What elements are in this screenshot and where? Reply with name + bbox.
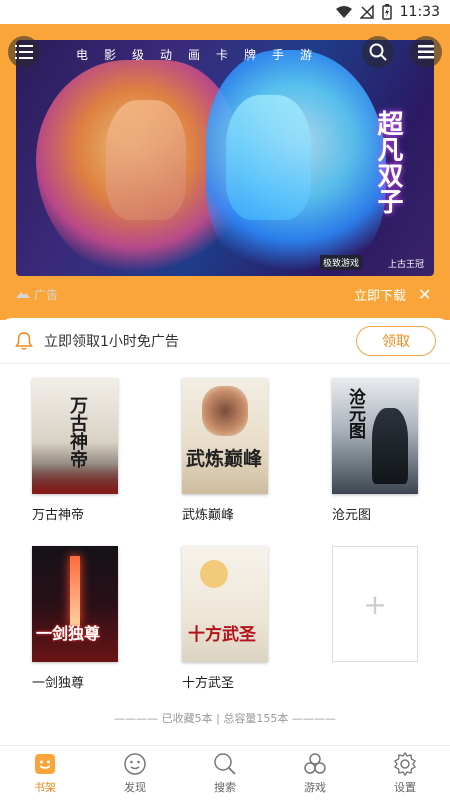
ad-logo-icon: [16, 292, 30, 298]
bottom-tab-bar: 书架 发现 搜索 游戏 设置: [0, 745, 450, 800]
tab-discover[interactable]: 发现: [90, 746, 180, 800]
bookshelf-icon: [35, 754, 55, 774]
cover-title: 一剑独尊: [36, 624, 101, 643]
collection-summary: ———— 已收藏5本 | 总容量155本 ————: [114, 712, 336, 725]
book-cover: 万古神帝: [32, 378, 118, 494]
cover-art: [372, 408, 408, 484]
book-title: 武炼巅峰: [182, 508, 235, 523]
book-cover: 十方武圣: [182, 546, 268, 662]
cover-title: 万古神帝: [67, 396, 88, 468]
ad-close-button[interactable]: ✕: [418, 285, 431, 304]
cover-title: 十方武圣: [188, 625, 256, 645]
ad-banner[interactable]: 电影级动画卡牌手游 超凡双子 极致游戏 上古王冠: [16, 40, 434, 276]
battery-icon: [381, 4, 392, 20]
list-menu-icon: [15, 45, 33, 59]
book-title: 沧元图: [332, 508, 372, 523]
hamburger-icon: [418, 45, 434, 59]
cover-art: [70, 556, 80, 626]
cover-title: 武炼巅峰: [186, 448, 263, 470]
plus-icon: +: [363, 587, 387, 621]
tab-games[interactable]: 游戏: [270, 746, 360, 800]
game-icon: [304, 753, 326, 774]
cover-art: [200, 560, 228, 588]
book-title: 万古神帝: [32, 508, 85, 523]
book-item[interactable]: 十方武圣 十方武圣: [182, 546, 272, 691]
menu-button-right[interactable]: [410, 36, 442, 68]
discover-icon: [124, 753, 146, 775]
tab-label: 书架: [34, 781, 56, 794]
ad-free-notice: 立即领取1小时免广告 领取: [0, 318, 450, 364]
book-cover: 武炼巅峰: [182, 378, 268, 494]
banner-caption: 电影级动画卡牌手游: [76, 48, 329, 62]
add-book-placeholder: +: [332, 546, 418, 662]
claim-button[interactable]: 领取: [356, 326, 436, 356]
cover-art: [202, 386, 248, 436]
cover-title: 沧元图: [345, 388, 365, 439]
menu-button-left[interactable]: [8, 36, 40, 68]
search-icon: [214, 753, 236, 775]
banner-title: 超凡双子: [373, 110, 403, 214]
book-title: 一剑独尊: [32, 676, 85, 691]
search-button[interactable]: [362, 36, 394, 68]
banner-figure-right: [226, 95, 311, 220]
book-item[interactable]: 沧元图 沧元图: [332, 378, 422, 523]
tab-label: 搜索: [214, 781, 236, 794]
tab-settings[interactable]: 设置: [360, 746, 450, 800]
ad-label-text: 广告: [34, 287, 59, 302]
header-ad-area: 电影级动画卡牌手游 超凡双子 极致游戏 上古王冠 广告 立即下载 ✕: [0, 24, 450, 320]
settings-icon: [394, 751, 416, 777]
cover-art: [32, 464, 118, 494]
book-title: 十方武圣: [182, 676, 235, 691]
book-item[interactable]: 万古神帝 万古神帝: [32, 378, 122, 523]
book-item[interactable]: 一剑独尊 一剑独尊: [32, 546, 122, 691]
tab-label: 设置: [394, 781, 416, 794]
banner-logo-game: 上古王冠: [387, 260, 424, 270]
no-signal-icon: [359, 5, 374, 19]
book-cover: 沧元图: [332, 378, 418, 494]
book-item[interactable]: 武炼巅峰 武炼巅峰: [182, 378, 272, 523]
search-icon: [369, 43, 387, 61]
ad-download-link[interactable]: 立即下载: [354, 285, 406, 304]
ad-label: 广告: [16, 286, 58, 303]
banner-logo-publisher: 极致游戏: [319, 255, 362, 270]
ad-info-row: 广告 立即下载 ✕: [16, 282, 436, 306]
banner-figure-left: [106, 100, 186, 220]
status-time: 11:33: [399, 4, 440, 20]
bell-icon: [15, 331, 33, 350]
tab-bookshelf[interactable]: 书架: [0, 746, 90, 800]
wifi-icon: [335, 6, 352, 18]
tab-search[interactable]: 搜索: [180, 746, 270, 800]
tab-label: 游戏: [304, 781, 326, 794]
tab-label: 发现: [124, 781, 146, 794]
add-book-button[interactable]: +: [332, 546, 422, 662]
notice-text: 立即领取1小时免广告: [44, 333, 179, 350]
status-bar: 11:33: [0, 0, 450, 24]
book-cover: 一剑独尊: [32, 546, 118, 662]
